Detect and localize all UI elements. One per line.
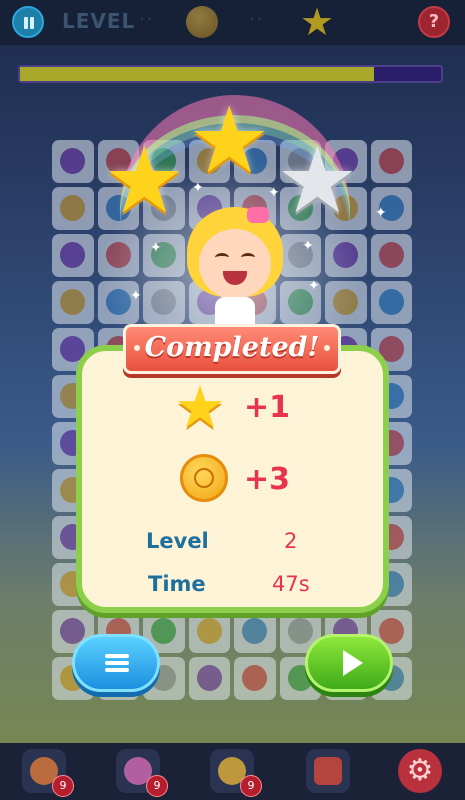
sparkle: ✦ [192,180,204,196]
video-reward-icon [314,757,342,785]
ad-reward-button[interactable] [306,749,350,793]
sparkle: ✦ [302,238,314,254]
booster-count-badge: 9 [52,775,74,797]
level-progress-fill [20,67,374,81]
booster-count-badge: 9 [240,775,262,797]
help-button[interactable]: ? [418,6,450,38]
reward-star-icon: ★ [174,373,226,441]
level-dots-right: · · [250,12,262,26]
result-star-1: ★ [103,127,186,234]
level-label: LEVEL [62,9,136,33]
reward-star-amount: +1 [244,390,291,425]
next-level-play-button[interactable] [305,634,393,692]
board-tile [370,234,412,277]
board-tile [370,281,412,324]
board-tile [188,610,230,653]
completed-banner: Completed! [123,324,341,374]
top-bar: LEVEL · · · · ★ ? [0,0,465,45]
sparkle: ✦ [268,185,280,201]
level-stat-value: 2 [284,529,298,553]
board-tile [370,140,412,183]
swap-booster-button[interactable]: 9 [210,749,262,797]
star-icon: ★ [300,0,335,44]
level-dots-left: · · [140,12,152,26]
board-tile [52,281,94,324]
menu-button[interactable] [72,634,160,692]
reward-coin-amount: +3 [244,462,291,497]
reward-coin-icon [180,454,228,502]
coin-icon [186,6,218,38]
board-tile [234,610,276,653]
level-stat-label: Level [146,529,209,553]
board-tile [234,657,276,700]
time-stat-value: 47s [272,572,310,596]
pause-button[interactable] [12,6,44,38]
mascot-girl [185,205,285,330]
booster-toolbar: 9 9 9 [0,743,465,800]
time-stat-label: Time [148,572,206,596]
board-tile [52,234,94,277]
booster-count-badge: 9 [146,775,168,797]
hammer-booster-button[interactable]: 9 [22,749,74,797]
settings-gear-button[interactable]: ⚙ [398,749,442,793]
level-progress-bar [18,65,443,83]
board-tile [188,657,230,700]
sparkle: ✦ [375,205,387,221]
board-tile [52,187,94,230]
sparkle: ✦ [150,240,162,256]
gear-icon: ⚙ [406,753,434,788]
color-bomb-booster-button[interactable]: 9 [116,749,168,797]
result-star-2: ★ [188,87,271,194]
result-star-3-empty: ★ [276,127,359,234]
sparkle: ✦ [130,288,142,304]
board-tile [52,140,94,183]
menu-icon [105,654,129,658]
completed-title: Completed! [144,332,320,363]
sparkle: ✦ [308,278,320,294]
completed-panel [76,345,389,613]
